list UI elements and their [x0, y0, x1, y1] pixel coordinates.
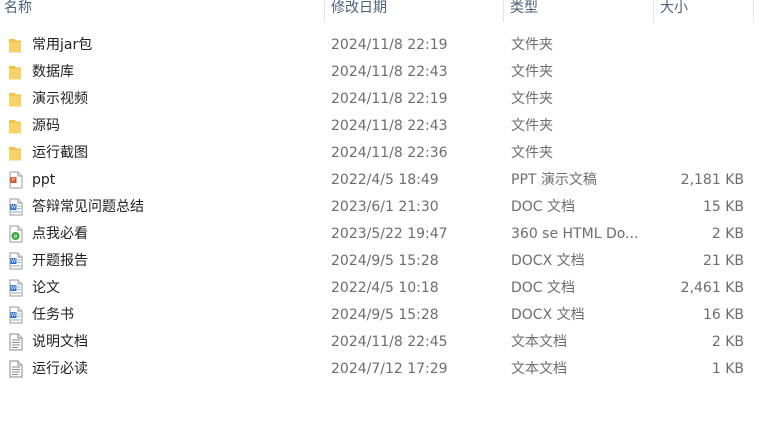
- file-type: DOCX 文档: [511, 253, 585, 269]
- file-name: 常用jar包: [32, 37, 93, 53]
- file-name: 任务书: [32, 307, 74, 323]
- file-type: 360 se HTML Do...: [511, 226, 639, 242]
- folder-icon: [8, 144, 24, 162]
- file-row[interactable]: e 点我必看 2023/5/22 19:47 360 se HTML Do... 2 K…: [0, 221, 776, 248]
- file-type: PPT 演示文稿: [511, 172, 597, 188]
- file-size: 16 KB: [702, 307, 744, 323]
- column-header-size-label: 大小: [660, 0, 688, 16]
- file-name: 答辩常见问题总结: [32, 199, 144, 215]
- file-modified: 2024/7/12 17:29: [331, 361, 448, 377]
- column-header-modified[interactable]: 修改日期: [325, 0, 504, 22]
- column-header-type-label: 类型: [510, 0, 538, 16]
- file-modified: 2024/9/5 15:28: [331, 253, 439, 269]
- file-modified: 2023/5/22 19:47: [331, 226, 448, 242]
- svg-text:W: W: [11, 313, 16, 319]
- file-modified: 2022/4/5 10:18: [331, 280, 439, 296]
- file-modified: 2024/11/8 22:36: [331, 145, 448, 161]
- file-size: [655, 32, 744, 59]
- file-size: 2 KB: [711, 334, 744, 350]
- file-row[interactable]: 运行截图 2024/11/8 22:36 文件夹: [0, 140, 776, 167]
- docx-file-icon: W: [8, 306, 24, 324]
- file-size: [655, 140, 744, 167]
- file-size: [655, 86, 744, 113]
- file-row[interactable]: 运行必读 2024/7/12 17:29 文本文档 1 KB: [0, 356, 776, 383]
- file-size: 21 KB: [702, 253, 744, 269]
- file-name: 运行截图: [32, 145, 88, 161]
- file-size: 2,461 KB: [680, 280, 744, 296]
- doc-file-icon: W: [8, 198, 24, 216]
- file-size: [655, 113, 744, 140]
- column-header-name[interactable]: 名称: [0, 0, 325, 22]
- file-name: 演示视频: [32, 91, 88, 107]
- svg-text:W: W: [11, 205, 16, 211]
- file-row[interactable]: W 开题报告 2024/9/5 15:28 DOCX 文档 21 KB: [0, 248, 776, 275]
- file-name: 源码: [32, 118, 60, 134]
- file-row[interactable]: 演示视频 2024/11/8 22:19 文件夹: [0, 86, 776, 113]
- file-type: 文本文档: [511, 334, 567, 350]
- text-file-icon: [8, 360, 24, 378]
- svg-text:W: W: [11, 259, 16, 265]
- file-type: 文件夹: [511, 145, 553, 161]
- folder-icon: [8, 63, 24, 81]
- file-row[interactable]: 数据库 2024/11/8 22:43 文件夹: [0, 59, 776, 86]
- file-name: 运行必读: [32, 361, 88, 377]
- file-modified: 2024/11/8 22:19: [331, 91, 448, 107]
- file-row[interactable]: 说明文档 2024/11/8 22:45 文本文档 2 KB: [0, 329, 776, 356]
- file-row[interactable]: W 任务书 2024/9/5 15:28 DOCX 文档 16 KB: [0, 302, 776, 329]
- folder-icon: [8, 117, 24, 135]
- file-name: ppt: [32, 172, 56, 188]
- file-type: DOC 文档: [511, 199, 576, 215]
- file-modified: 2024/11/8 22:43: [331, 118, 448, 134]
- file-name: 数据库: [32, 64, 74, 80]
- file-name: 点我必看: [32, 226, 88, 242]
- file-size: 2 KB: [711, 226, 744, 242]
- file-type: DOCX 文档: [511, 307, 585, 323]
- svg-text:W: W: [11, 286, 16, 292]
- svg-text:P: P: [12, 178, 15, 184]
- file-name: 论文: [32, 280, 60, 296]
- text-file-icon: [8, 333, 24, 351]
- file-size: 1 KB: [711, 361, 744, 377]
- file-modified: 2024/11/8 22:43: [331, 64, 448, 80]
- file-name: 说明文档: [32, 334, 88, 350]
- file-row[interactable]: Pppt 2022/4/5 18:49 PPT 演示文稿 2,181 KB: [0, 167, 776, 194]
- file-modified: 2023/6/1 21:30: [331, 199, 439, 215]
- docx-file-icon: W: [8, 252, 24, 270]
- file-modified: 2024/9/5 15:28: [331, 307, 439, 323]
- file-type: 文件夹: [511, 64, 553, 80]
- html-file-icon: e: [8, 225, 24, 243]
- file-list: 常用jar包 2024/11/8 22:19 文件夹 数据库 2024/11/8 22:…: [0, 32, 776, 383]
- file-type: 文本文档: [511, 361, 567, 377]
- file-type: DOC 文档: [511, 280, 576, 296]
- file-row[interactable]: 源码 2024/11/8 22:43 文件夹: [0, 113, 776, 140]
- folder-icon: [8, 36, 24, 54]
- file-modified: 2024/11/8 22:19: [331, 37, 448, 53]
- column-header-bar: 名称 修改日期 类型 大小: [0, 0, 776, 22]
- file-type: 文件夹: [511, 118, 553, 134]
- column-header-type[interactable]: 类型: [504, 0, 654, 22]
- file-modified: 2022/4/5 18:49: [331, 172, 439, 188]
- file-type: 文件夹: [511, 91, 553, 107]
- file-type: 文件夹: [511, 37, 553, 53]
- column-header-name-label: 名称: [4, 0, 32, 16]
- file-size: 15 KB: [702, 199, 744, 215]
- file-name: 开题报告: [32, 253, 88, 269]
- column-divider[interactable]: [753, 0, 754, 22]
- doc-file-icon: W: [8, 279, 24, 297]
- svg-text:e: e: [14, 233, 18, 240]
- file-modified: 2024/11/8 22:45: [331, 334, 448, 350]
- file-row[interactable]: W 答辩常见问题总结 2023/6/1 21:30 DOC 文档 15 KB: [0, 194, 776, 221]
- file-row[interactable]: 常用jar包 2024/11/8 22:19 文件夹: [0, 32, 776, 59]
- file-row[interactable]: W 论文 2022/4/5 10:18 DOC 文档 2,461 KB: [0, 275, 776, 302]
- column-header-modified-label: 修改日期: [331, 0, 387, 16]
- folder-icon: [8, 90, 24, 108]
- ppt-file-icon: P: [8, 171, 24, 189]
- file-size: [655, 59, 744, 86]
- column-header-size[interactable]: 大小: [654, 0, 754, 22]
- file-size: 2,181 KB: [680, 172, 744, 188]
